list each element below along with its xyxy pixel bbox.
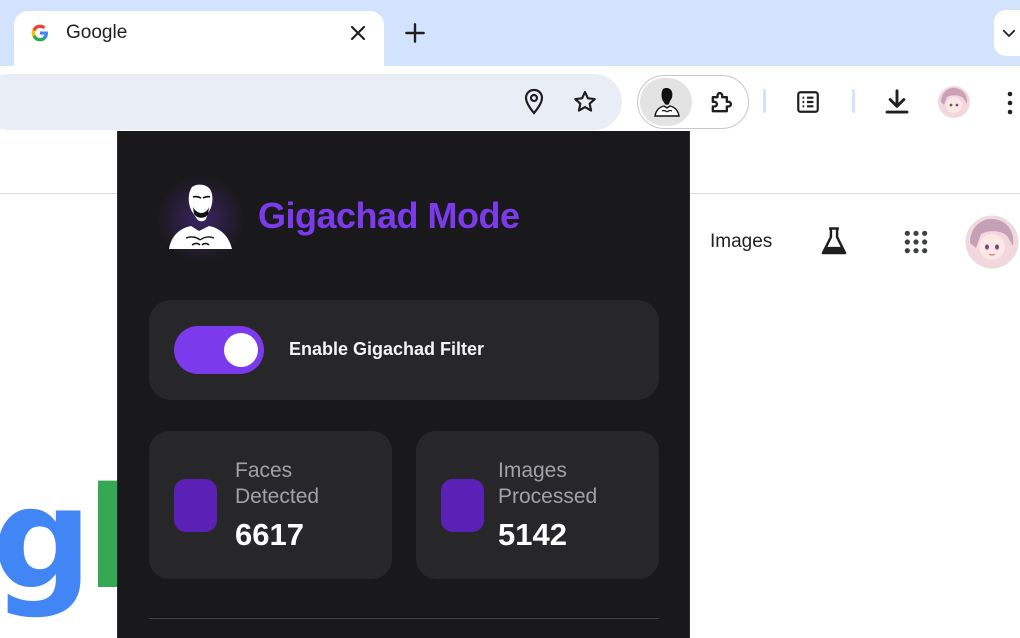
stat-label-line: Faces [235,459,293,482]
gigachad-extension-button[interactable] [640,78,692,126]
google-account-avatar[interactable] [965,215,1019,269]
popup-title: Gigachad Mode [258,195,520,236]
gigachad-filter-toggle[interactable] [174,326,264,374]
gigachad-logo-icon [169,184,232,249]
profile-avatar[interactable] [937,85,971,119]
reading-list-icon[interactable] [795,89,821,115]
close-icon[interactable] [346,21,370,45]
images-processed-card: Images Processed 5142 [416,431,659,579]
apps-grid-icon[interactable] [903,229,929,255]
chevron-down-icon [1002,29,1016,38]
stat-label: Images Processed [498,458,638,510]
images-stat-icon [441,479,484,532]
toggle-label: Enable Gigachad Filter [289,339,485,359]
plus-icon[interactable] [402,20,428,46]
gigachad-extension-icon [654,88,680,117]
stat-label-line: Detected [235,485,320,508]
stat-label-line: Images [498,459,567,482]
faces-stat-icon [174,479,217,532]
images-processed-value: 5142 [498,517,567,552]
stat-label: Faces Detected [235,458,375,510]
toggle-knob [224,333,258,367]
labs-flask-icon[interactable] [819,226,849,258]
kebab-menu-icon[interactable] [1005,90,1015,116]
tab-title: Google [66,22,128,43]
bookmark-star-icon[interactable] [572,89,598,115]
extensions-group [637,75,749,129]
browser-tab[interactable]: Google [14,11,384,66]
images-link[interactable]: Images [710,231,772,253]
extension-popup: Gigachad Mode Enable Gigachad Filter Fac… [117,131,690,638]
popup-divider [149,618,659,619]
toolbar-separator [852,89,855,113]
tab-strip: Google [0,0,1020,66]
download-icon[interactable] [882,87,912,117]
google-g-icon [31,24,48,42]
tab-search-button[interactable] [994,10,1020,56]
stat-label-line: Processed [498,485,598,508]
browser-toolbar [0,66,1020,130]
faces-detected-value: 6617 [235,517,304,552]
puzzle-extensions-icon[interactable] [707,89,735,117]
location-pin-icon[interactable] [522,88,546,116]
faces-detected-card: Faces Detected 6617 [149,431,392,579]
toolbar-separator [763,89,766,113]
filter-toggle-card: Enable Gigachad Filter [149,300,659,400]
